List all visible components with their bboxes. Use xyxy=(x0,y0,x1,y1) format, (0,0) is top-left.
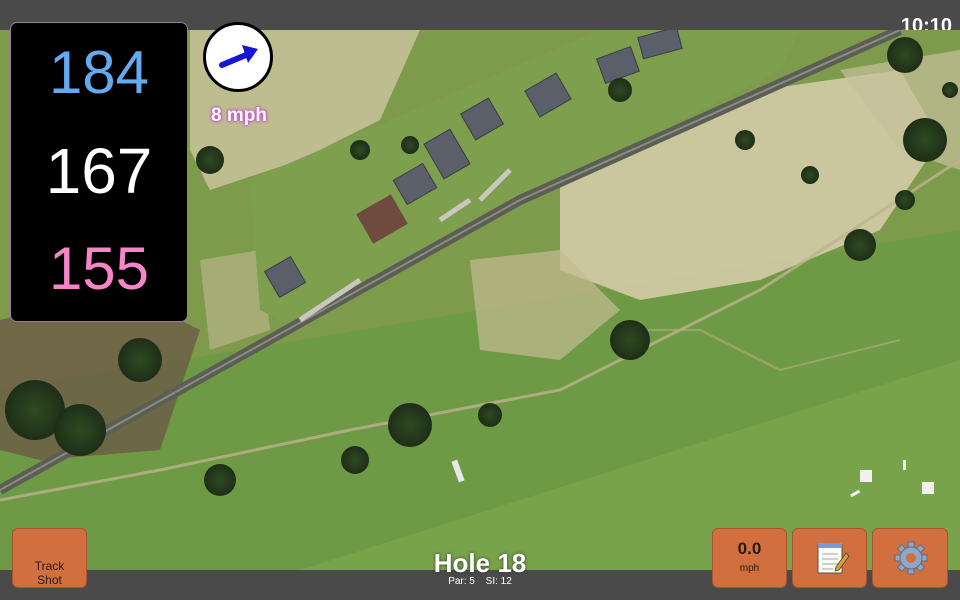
yardage-panel: 184 167 155 xyxy=(10,22,188,322)
track-shot-label: Track Shot xyxy=(34,559,65,587)
speed-unit: mph xyxy=(739,563,760,574)
hole-title: Hole 18 xyxy=(433,548,527,578)
hole-stroke-index: SI: 12 xyxy=(485,576,512,587)
front-yardage: 155 xyxy=(48,235,150,302)
wind-arrow-icon xyxy=(219,45,258,68)
track-shot-button[interactable]: Track Shot xyxy=(12,528,87,588)
gear-icon xyxy=(894,541,928,575)
settings-button[interactable] xyxy=(872,528,948,588)
hole-info: Par: 5 SI: 12 xyxy=(380,576,580,587)
back-yardage: 184 xyxy=(48,39,150,106)
wind-speed-label: 8 mph xyxy=(211,105,267,126)
hole-par: Par: 5 xyxy=(448,576,475,587)
wind-indicator[interactable] xyxy=(203,22,273,92)
notes-button[interactable] xyxy=(792,528,867,588)
notepad-icon xyxy=(817,543,850,574)
speed-value: 0.0 xyxy=(737,539,762,558)
speed-button[interactable]: 0.0 mph xyxy=(712,528,787,588)
middle-yardage: 167 xyxy=(45,135,153,207)
